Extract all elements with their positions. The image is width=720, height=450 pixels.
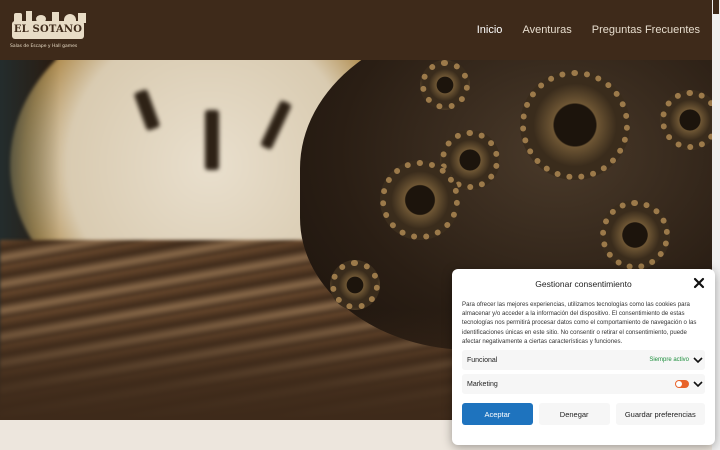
site-logo[interactable]: EL SOTANO Salas de Escape y Hall games [10, 11, 90, 49]
consent-dialog: Gestionar consentimiento Para ofrecer la… [452, 269, 715, 445]
accept-button[interactable]: Aceptar [462, 403, 533, 426]
always-active-label: Siempre activo [649, 357, 689, 364]
deny-button[interactable]: Denegar [538, 403, 610, 426]
scrollbar-thumb[interactable] [713, 0, 719, 14]
chevron-down-icon[interactable] [693, 380, 703, 388]
nav-item-aventuras[interactable]: Aventuras [522, 24, 571, 36]
consent-description: Para ofrecer las mejores experiencias, u… [462, 301, 697, 345]
nav-item-preguntas-frecuentes[interactable]: Preguntas Frecuentes [592, 24, 700, 36]
close-icon[interactable] [693, 277, 705, 289]
logo-subtitle: Salas de Escape y Hall games [10, 44, 78, 49]
save-preferences-button[interactable]: Guardar preferencias [615, 403, 706, 426]
site-header: EL SOTANO Salas de Escape y Hall games I… [0, 0, 712, 60]
consent-buttons: Aceptar Denegar Guardar preferencias [462, 403, 706, 426]
category-label: Marketing [467, 380, 498, 388]
marketing-toggle[interactable] [675, 380, 689, 389]
category-label: Funcional [467, 356, 498, 364]
nav-item-inicio[interactable]: Inicio [477, 24, 503, 36]
main-nav: Inicio Aventuras Preguntas Frecuentes [477, 24, 700, 36]
logo-title: EL SOTANO [12, 21, 84, 39]
chevron-down-icon[interactable] [693, 356, 703, 364]
logo-artwork: EL SOTANO [10, 11, 88, 41]
category-marketing[interactable]: Marketing [462, 374, 705, 395]
toggle-knob [676, 381, 682, 388]
category-funcional[interactable]: Funcional Siempre activo [462, 350, 705, 371]
consent-title: Gestionar consentimiento [535, 279, 632, 289]
